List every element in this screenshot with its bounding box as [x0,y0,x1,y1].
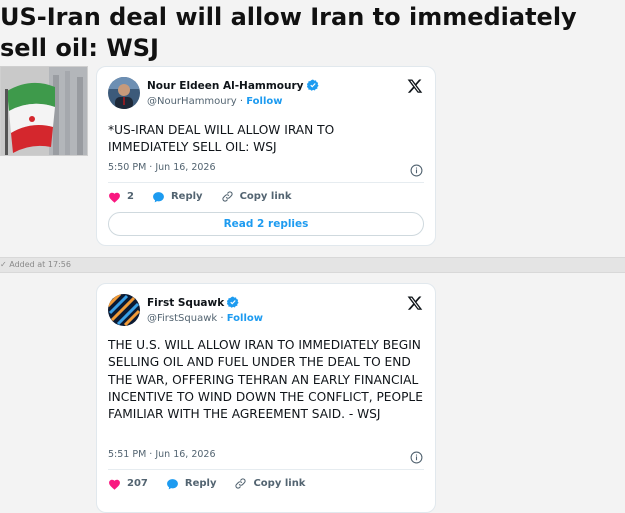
like-count: 207 [127,478,148,489]
author-handle-row: @FirstSquawk · Follow [147,313,263,324]
follow-link[interactable]: Follow [227,313,263,324]
follow-link[interactable]: Follow [246,96,282,107]
tweet-text: THE U.S. WILL ALLOW IRAN TO IMMEDIATELY … [108,338,423,422]
verified-badge-icon [227,296,239,311]
divider [108,182,424,183]
reply-button[interactable]: Reply [152,191,203,203]
x-logo-icon[interactable] [407,295,423,311]
author-name[interactable]: Nour Eldeen Al-Hammoury [147,79,319,94]
tweet-actions: 207 Reply Copy link [108,477,323,490]
reply-bubble-icon [166,478,178,489]
iran-flag-thumbnail[interactable] [0,66,88,156]
added-timestamp: ✓ Added at 17:56 [0,260,71,269]
avatar[interactable] [108,77,140,109]
like-button[interactable]: 2 [108,191,134,203]
x-logo-icon[interactable] [407,78,423,94]
tweet-text: *US-IRAN DEAL WILL ALLOW IRAN TO IMMEDIA… [108,123,335,155]
tweet-timestamp[interactable]: 5:50 PM · Jun 16, 2026 [108,162,216,173]
like-count: 2 [127,191,134,202]
tweet-card[interactable]: Nour Eldeen Al-Hammoury @NourHammoury · … [96,66,436,246]
update-divider [0,257,625,273]
info-icon[interactable] [410,162,423,177]
heart-icon [109,192,120,203]
flag-image [1,67,87,155]
avatar[interactable] [108,294,140,326]
copy-link-button[interactable]: Copy link [234,477,305,490]
tweet-actions: 2 Reply Copy link [108,190,310,203]
copy-link-button[interactable]: Copy link [221,190,292,203]
reply-button[interactable]: Reply [166,478,216,490]
author-handle-row: @NourHammoury · Follow [147,96,283,107]
tweet-card[interactable]: First Squawk @FirstSquawk · Follow THE U… [96,283,436,513]
headline: US-Iran deal will allow Iran to immediat… [0,3,577,62]
author-handle[interactable]: @FirstSquawk [147,313,217,324]
read-replies-button[interactable]: Read 2 replies [108,212,424,236]
heart-icon [109,479,120,490]
verified-badge-icon [306,79,319,94]
like-button[interactable]: 207 [108,478,148,490]
tweet-timestamp[interactable]: 5:51 PM · Jun 16, 2026 [108,449,216,460]
chevron-down-icon: ✓ [0,260,10,269]
divider [108,469,424,470]
link-icon [235,478,247,489]
author-handle[interactable]: @NourHammoury [147,96,237,107]
info-icon[interactable] [410,449,423,464]
link-icon [222,191,233,202]
author-name[interactable]: First Squawk [147,296,239,311]
reply-bubble-icon [153,191,164,202]
